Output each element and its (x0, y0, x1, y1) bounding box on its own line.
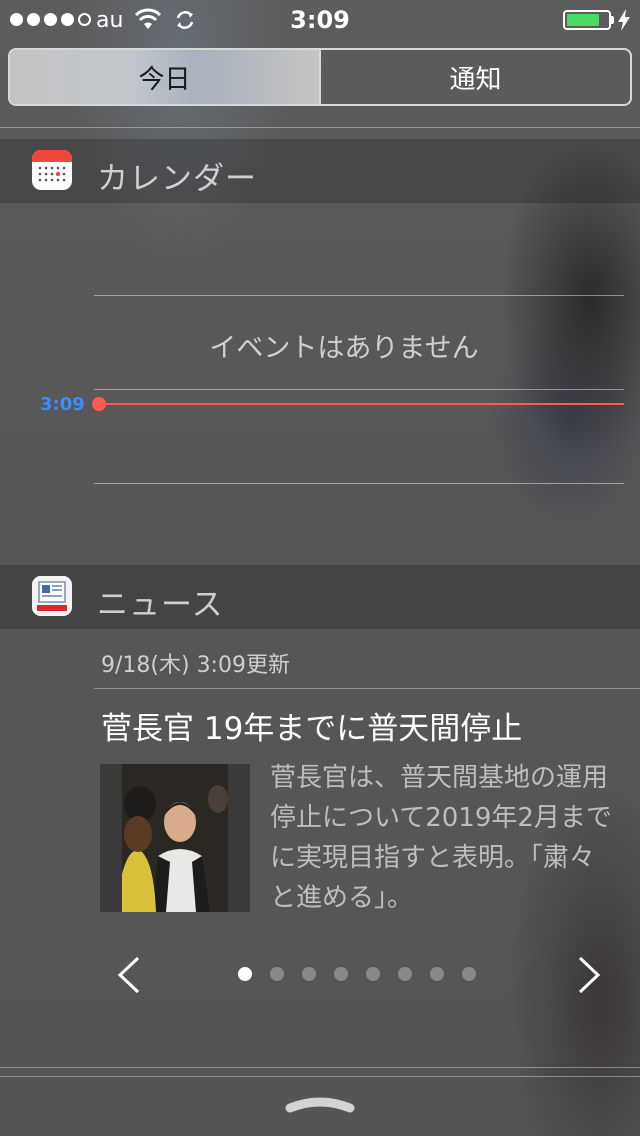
news-headline[interactable]: 菅長官 19年までに普天間停止 (101, 703, 522, 748)
grabber-handle-icon[interactable] (284, 1092, 356, 1114)
battery-icon (563, 10, 611, 30)
calendar-title: カレンダー (97, 161, 257, 197)
battery-tip (611, 16, 614, 24)
calendar-app-icon (32, 150, 72, 190)
charging-bolt-icon (618, 9, 630, 31)
divider (0, 1076, 640, 1077)
calendar-hour-line (94, 295, 624, 296)
news-thumbnail[interactable] (100, 764, 250, 912)
calendar-hour-line (94, 389, 624, 390)
news-title: ニュース (97, 587, 224, 623)
divider (0, 127, 640, 128)
calendar-hour-line (94, 483, 624, 484)
page-dot (462, 967, 476, 981)
page-dot (238, 967, 252, 981)
divider (0, 1067, 640, 1068)
page-dot (302, 967, 316, 981)
tab-today[interactable]: 今日 (10, 50, 319, 104)
status-bar: au 3:09 (0, 0, 640, 40)
page-dot (334, 967, 348, 981)
page-indicator[interactable] (238, 967, 476, 981)
chevron-left-icon[interactable] (114, 955, 144, 995)
divider (94, 688, 640, 689)
status-time: 3:09 (290, 6, 350, 34)
news-updated-time: 9/18(木) 3:09更新 (101, 653, 290, 678)
calendar-section-header[interactable]: カレンダー (0, 139, 640, 203)
tab-notifications[interactable]: 通知 (319, 50, 630, 104)
news-summary[interactable]: 菅長官は、普天間基地の運用停止について2019年2月までに実現目指すと表明。「粛… (270, 758, 620, 918)
battery-level (567, 14, 599, 26)
page-dot (398, 967, 412, 981)
news-section-header[interactable]: ニュース (0, 565, 640, 629)
yahoo-news-app-icon (32, 576, 72, 616)
page-dot (270, 967, 284, 981)
page-dot (430, 967, 444, 981)
chevron-right-icon[interactable] (574, 955, 604, 995)
no-events-message: イベントはありません (209, 333, 479, 364)
current-time-line (100, 403, 624, 405)
current-time-label: 3:09 (40, 394, 85, 415)
today-notifications-segmented-control[interactable]: 今日 通知 (8, 48, 632, 106)
page-dot (366, 967, 380, 981)
